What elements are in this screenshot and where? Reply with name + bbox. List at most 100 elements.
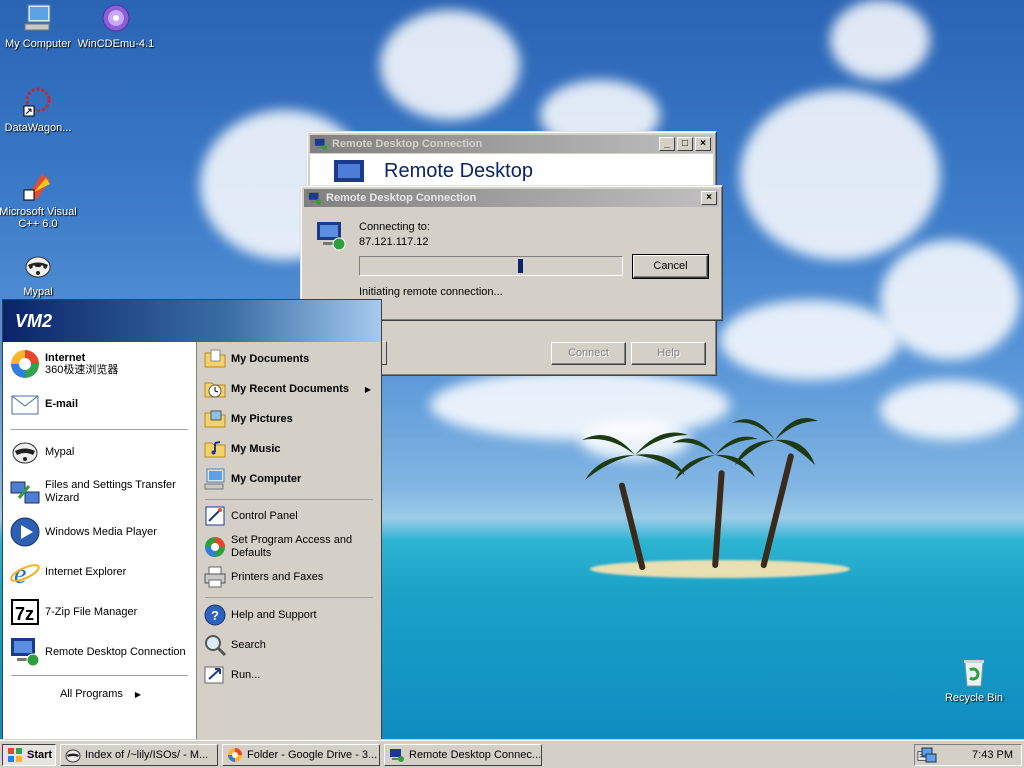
- desktop-icon-label: Recycle Bin: [944, 692, 1004, 704]
- start-menu[interactable]: VM2 Internet 360极速浏览器 E-mail Mypal Files…: [2, 299, 382, 740]
- start-item-internet[interactable]: Internet 360极速浏览器: [9, 346, 192, 382]
- windows-logo-icon: [8, 748, 22, 762]
- start-item-label: Mypal: [45, 446, 75, 458]
- remote-desktop-icon: [314, 138, 328, 151]
- network-tray-icon[interactable]: [921, 747, 937, 763]
- start-item-sublabel: 360极速浏览器: [45, 364, 119, 376]
- desktop-icon-wincdemu[interactable]: WinCDEmu-4.1: [76, 2, 156, 50]
- start-item-label: Remote Desktop Connection: [45, 646, 186, 658]
- browser-360-icon: [228, 748, 242, 762]
- cancel-button[interactable]: Cancel: [632, 254, 709, 279]
- system-tray: 7:43 PM: [914, 744, 1022, 766]
- start-item-label: Control Panel: [231, 510, 298, 522]
- start-item-label: E-mail: [45, 398, 79, 410]
- taskbar-button-label: Index of /~lily/ISOs/ - M...: [85, 749, 209, 761]
- start-item-program-access[interactable]: Set Program Access and Defaults: [203, 532, 377, 562]
- taskbar-button-mypal[interactable]: Index of /~lily/ISOs/ - M...: [60, 744, 218, 766]
- desktop-icon-label: Mypal: [23, 286, 53, 298]
- progress-marquee-block: [518, 259, 523, 273]
- desktop-icon-visual-cpp[interactable]: Microsoft Visual C++ 6.0: [0, 170, 78, 230]
- chevron-right-icon: ▶: [134, 689, 142, 699]
- desktop-icon-datawagon[interactable]: DataWagon...: [0, 86, 78, 134]
- start-item-printers[interactable]: Printers and Faxes: [203, 564, 377, 590]
- search-icon: [205, 635, 227, 657]
- desktop-icon-my-computer[interactable]: My Computer: [0, 2, 78, 50]
- maximize-button[interactable]: □: [677, 137, 693, 151]
- start-item-label: Run...: [231, 669, 261, 681]
- dialog-title: Remote Desktop Connection: [326, 192, 477, 204]
- visual-cpp-icon: [23, 174, 50, 201]
- rdc-banner-title: Remote Desktop: [384, 159, 533, 182]
- taskbar-button-google-drive[interactable]: Folder - Google Drive - 3...: [222, 744, 380, 766]
- raccoon-icon: [25, 256, 51, 278]
- start-item-label: Internet: [45, 352, 86, 364]
- start-item-label: Help and Support: [231, 609, 317, 621]
- all-programs-label: All Programs: [59, 688, 123, 700]
- start-item-run[interactable]: Run...: [203, 662, 377, 688]
- start-item-my-documents[interactable]: My Documents: [203, 346, 377, 372]
- svg-text:7z: 7z: [15, 604, 34, 624]
- all-programs-button[interactable]: All Programs ▶: [9, 682, 192, 706]
- start-item-email[interactable]: E-mail: [9, 386, 192, 422]
- mail-icon: [11, 395, 39, 415]
- folder-docs-icon: [204, 349, 226, 368]
- start-item-help[interactable]: ? Help and Support: [203, 602, 377, 628]
- start-item-label: Files and Settings Transfer Wizard: [45, 479, 176, 504]
- desktop-icon-recycle-bin[interactable]: Recycle Bin: [934, 656, 1014, 704]
- run-icon: [204, 666, 224, 684]
- raccoon-icon: [12, 442, 38, 464]
- remote-desktop-icon: [11, 638, 40, 667]
- start-label: Start: [27, 749, 53, 761]
- folder-music-icon: [204, 441, 226, 458]
- start-item-internet-explorer[interactable]: e Internet Explorer: [9, 554, 192, 590]
- start-button[interactable]: Start: [2, 744, 56, 766]
- recent-docs-icon: [204, 382, 226, 398]
- palm-fronds: [732, 418, 818, 465]
- start-item-text: Internet 360极速浏览器: [45, 352, 118, 376]
- start-item-remote-desktop[interactable]: Remote Desktop Connection: [9, 634, 192, 670]
- start-item-recent-documents[interactable]: My Recent Documents ▶: [203, 376, 377, 402]
- desktop-icon-label: Microsoft Visual C++ 6.0: [0, 206, 77, 230]
- clock[interactable]: 7:43 PM: [972, 749, 1013, 761]
- start-item-transfer-wizard[interactable]: Files and Settings Transfer Wizard: [9, 472, 192, 512]
- start-item-my-pictures[interactable]: My Pictures: [203, 406, 377, 432]
- computer-icon: [204, 468, 225, 490]
- rdc-main-titlebar[interactable]: Remote Desktop Connection _ □ ×: [310, 135, 713, 153]
- start-item-label: 7-Zip File Manager: [45, 606, 138, 618]
- separator: [205, 597, 373, 598]
- close-button[interactable]: ×: [695, 137, 711, 151]
- remote-desktop-icon: [317, 222, 346, 251]
- rdc-dialog-titlebar[interactable]: Remote Desktop Connection ×: [304, 189, 719, 207]
- separator: [11, 429, 188, 430]
- start-item-control-panel[interactable]: Control Panel: [203, 504, 377, 528]
- start-item-label: My Music: [231, 443, 281, 455]
- desktop-icon-label: My Computer: [4, 38, 72, 50]
- desktop-icon-mypal[interactable]: Mypal: [0, 250, 78, 298]
- close-button[interactable]: ×: [701, 191, 717, 205]
- start-menu-header: VM2: [3, 300, 381, 342]
- browser-360-icon: [11, 350, 39, 378]
- island: [590, 560, 850, 578]
- start-item-my-music[interactable]: My Music: [203, 436, 377, 462]
- remote-desktop-icon: [308, 192, 322, 205]
- start-item-media-player[interactable]: Windows Media Player: [9, 514, 192, 550]
- start-item-search[interactable]: Search: [203, 632, 377, 658]
- program-access-icon: [205, 537, 225, 557]
- start-item-7zip[interactable]: 7z 7-Zip File Manager: [9, 594, 192, 630]
- mypal-tab-icon: [65, 749, 81, 763]
- start-item-mypal[interactable]: Mypal: [9, 434, 192, 470]
- start-item-label: My Recent Documents: [231, 383, 349, 395]
- svg-text:?: ?: [211, 608, 219, 623]
- connect-button[interactable]: Connect: [551, 342, 626, 365]
- minimize-button[interactable]: _: [659, 137, 675, 151]
- computer-icon: [24, 4, 51, 31]
- start-item-my-computer[interactable]: My Computer: [203, 466, 377, 492]
- connecting-to-label: Connecting to:: [359, 221, 430, 233]
- help-button[interactable]: Help: [631, 342, 706, 365]
- taskbar-button-remote-desktop[interactable]: Remote Desktop Connec...: [384, 744, 542, 766]
- control-panel-icon: [205, 506, 225, 526]
- remote-desktop-icon: [390, 749, 404, 762]
- connection-status-text: Initiating remote connection...: [359, 286, 503, 298]
- start-item-label: Printers and Faxes: [231, 571, 324, 583]
- start-item-label: Search: [231, 639, 266, 651]
